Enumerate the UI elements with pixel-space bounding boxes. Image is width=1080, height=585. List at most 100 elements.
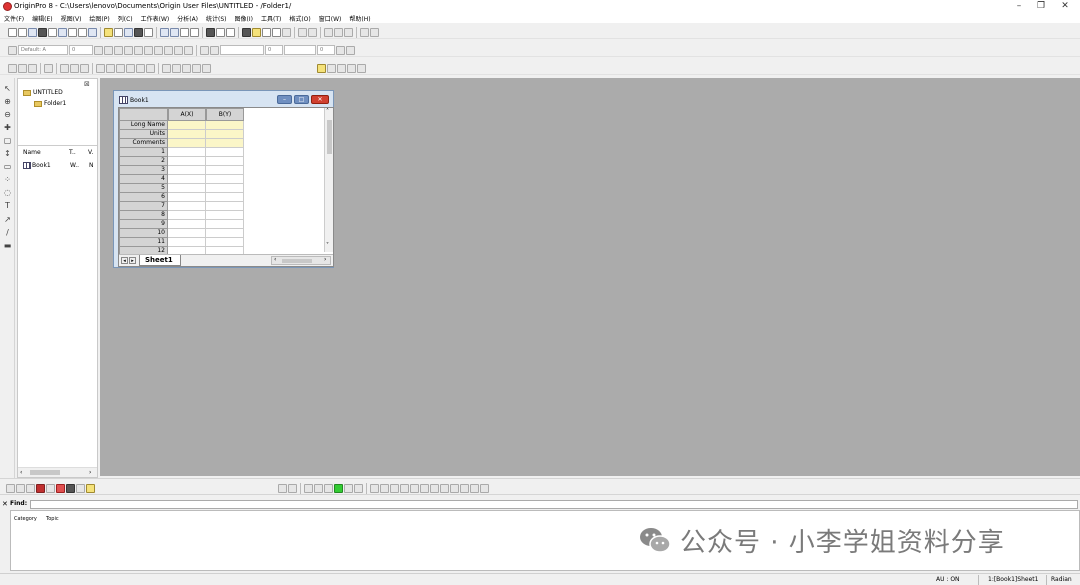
cell-a[interactable]: [168, 202, 206, 211]
line-width-combo[interactable]: 0: [265, 45, 283, 55]
import-wizard-icon[interactable]: [180, 27, 189, 37]
refresh-icon[interactable]: [226, 27, 235, 37]
row-header[interactable]: 8: [119, 211, 168, 220]
fill-size-combo[interactable]: 0: [317, 45, 335, 55]
new-project-icon[interactable]: [8, 27, 17, 37]
project-root[interactable]: UNTITLED: [33, 89, 63, 96]
zoom-tool-icon[interactable]: ⊕: [3, 97, 12, 106]
object-right-icon[interactable]: [380, 483, 389, 493]
script-window-icon[interactable]: [262, 27, 271, 37]
merge-icon[interactable]: [70, 63, 79, 73]
cell-b[interactable]: [206, 238, 244, 247]
arrow-tool-icon[interactable]: ↗: [3, 215, 12, 224]
polar-plot-icon[interactable]: [76, 483, 85, 493]
line-style-combo[interactable]: [220, 45, 264, 55]
cut-icon[interactable]: [324, 27, 333, 37]
align-bottom-icon[interactable]: [126, 63, 135, 73]
tab-next-icon[interactable]: ▸: [129, 257, 136, 264]
line-symbol-plot-icon[interactable]: [26, 483, 35, 493]
align-icon[interactable]: [174, 45, 183, 55]
bold-icon[interactable]: [94, 45, 103, 55]
row-header[interactable]: 4: [119, 175, 168, 184]
import-multiple-icon[interactable]: [170, 27, 179, 37]
scroll-down-icon[interactable]: ˅: [326, 242, 329, 249]
pattern-icon[interactable]: [336, 45, 345, 55]
greek-icon[interactable]: [144, 45, 153, 55]
hscroll-left-icon[interactable]: ‹: [274, 256, 276, 263]
new-excel-icon[interactable]: [28, 27, 37, 37]
mask-tool-icon[interactable]: ◌: [3, 188, 12, 197]
object-top-icon[interactable]: [390, 483, 399, 493]
hide-mask-icon[interactable]: [357, 63, 366, 73]
cell-a[interactable]: [168, 130, 206, 139]
cell-b[interactable]: [206, 148, 244, 157]
pe-splitter[interactable]: [18, 145, 97, 146]
fill-pattern-combo[interactable]: [284, 45, 316, 55]
cell-b[interactable]: [206, 166, 244, 175]
menu-column[interactable]: 列(C): [114, 13, 137, 23]
align-right-icon[interactable]: [106, 63, 115, 73]
row-header[interactable]: 6: [119, 193, 168, 202]
row-header[interactable]: Long Name: [119, 121, 168, 130]
menu-view[interactable]: 视图(V): [57, 13, 86, 23]
new-graph-icon[interactable]: [38, 27, 47, 37]
menu-help[interactable]: 帮助(H): [345, 13, 374, 23]
column-stats-icon[interactable]: [172, 63, 181, 73]
align-horizontal-icon[interactable]: [146, 63, 155, 73]
object-left-icon[interactable]: [370, 483, 379, 493]
pe-item-book1[interactable]: Book1: [32, 162, 51, 169]
increase-font-icon[interactable]: [154, 45, 163, 55]
hscroll-right-icon[interactable]: ›: [324, 256, 326, 263]
object-backward-icon[interactable]: [470, 483, 479, 493]
help-col-topic[interactable]: Topic: [46, 516, 59, 522]
add-new-column-icon[interactable]: [360, 27, 369, 37]
font-combo[interactable]: Default: A: [18, 45, 68, 55]
book-close-button[interactable]: ✕: [311, 95, 329, 104]
line-color-icon[interactable]: [210, 45, 219, 55]
zoom-in-icon[interactable]: [8, 63, 17, 73]
paste-icon[interactable]: [344, 27, 353, 37]
extra-icon[interactable]: [370, 27, 379, 37]
cell-b[interactable]: [206, 202, 244, 211]
open-excel-icon[interactable]: [124, 27, 133, 37]
cell-a[interactable]: [168, 238, 206, 247]
italic-icon[interactable]: [104, 45, 113, 55]
font-size-combo[interactable]: 0: [69, 45, 93, 55]
close-button[interactable]: ✕: [1052, 0, 1078, 13]
new-notes-icon[interactable]: [78, 27, 87, 37]
folder1-node[interactable]: Folder1: [44, 100, 66, 107]
grid-icon[interactable]: [202, 63, 211, 73]
row-header[interactable]: 7: [119, 202, 168, 211]
object-front-icon[interactable]: [440, 483, 449, 493]
object-center-icon[interactable]: [410, 483, 419, 493]
text-tool-icon[interactable]: T: [3, 201, 12, 210]
results-log-icon[interactable]: [252, 27, 261, 37]
3d-frame-icon[interactable]: [354, 483, 363, 493]
row-header[interactable]: 5: [119, 184, 168, 193]
book-minimize-button[interactable]: –: [277, 95, 292, 104]
row-header[interactable]: Units: [119, 130, 168, 139]
superscript-icon[interactable]: [124, 45, 133, 55]
cell-b[interactable]: [206, 193, 244, 202]
print-icon[interactable]: [206, 27, 215, 37]
pe-col-type[interactable]: T..: [69, 149, 76, 156]
row-header[interactable]: 9: [119, 220, 168, 229]
row-stats-icon[interactable]: [182, 63, 191, 73]
underline-icon[interactable]: [114, 45, 123, 55]
code-builder-icon[interactable]: [272, 27, 281, 37]
import-ascii-icon[interactable]: [160, 27, 169, 37]
row-header[interactable]: 1: [119, 148, 168, 157]
menu-statistics[interactable]: 统计(S): [202, 13, 231, 23]
cell-b[interactable]: [206, 121, 244, 130]
data-selector-icon[interactable]: ↕: [3, 149, 12, 158]
column-plot-icon[interactable]: [36, 483, 45, 493]
row-header[interactable]: 3: [119, 166, 168, 175]
new-function-icon[interactable]: [58, 27, 67, 37]
new-layout-icon[interactable]: [68, 27, 77, 37]
fill-icon[interactable]: [200, 45, 209, 55]
cell-b[interactable]: [206, 175, 244, 184]
layer-icon[interactable]: [60, 63, 69, 73]
cell-b[interactable]: [206, 211, 244, 220]
save-template-icon[interactable]: [144, 27, 153, 37]
grid-horizontal-scrollbar[interactable]: ‹ ›: [271, 256, 331, 265]
